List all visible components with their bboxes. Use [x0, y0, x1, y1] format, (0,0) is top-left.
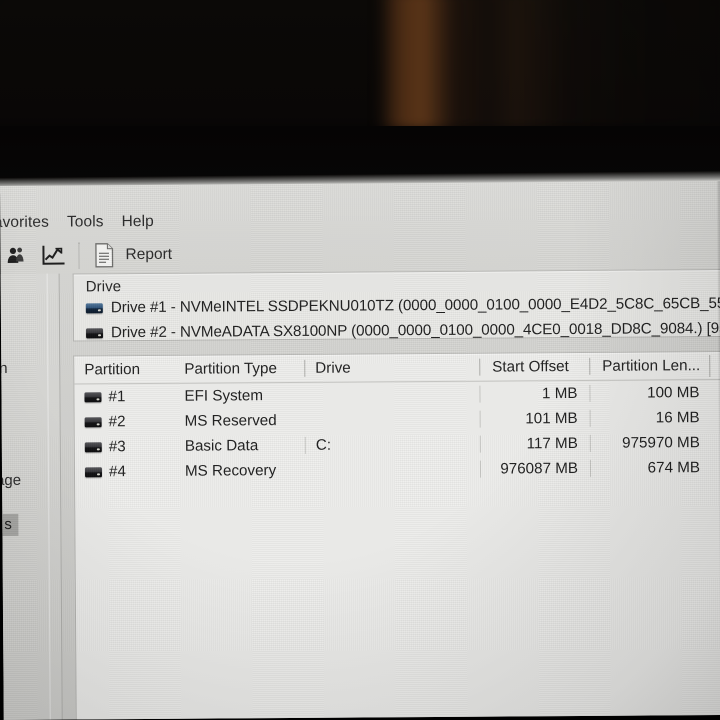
- chart-icon: [42, 245, 65, 265]
- drive-list-item[interactable]: Drive #2 - NVMeADATA SX8100NP (0000_0000…: [74, 316, 720, 346]
- hard-drive-icon: [84, 466, 103, 477]
- hard-drive-icon: [85, 327, 104, 338]
- partition-number: #2: [108, 413, 126, 431]
- column-header-drive[interactable]: Drive: [304, 358, 480, 377]
- column-header-partition-type[interactable]: Partition Type: [174, 360, 304, 378]
- cell-partition-length: 674 MB: [589, 459, 711, 477]
- menu-item-help[interactable]: Help: [113, 211, 163, 233]
- cell-partition-type: MS Recovery: [184, 462, 277, 480]
- cell-partition: #1: [74, 388, 174, 406]
- cell-partition: #4: [75, 463, 175, 481]
- user-button[interactable]: [0, 240, 34, 272]
- cell-partition: #3: [75, 438, 175, 456]
- hard-drive-icon: [84, 441, 102, 452]
- column-header-partition-length[interactable]: Partition Len...: [589, 357, 710, 375]
- cell-start-offset: 101 MB: [479, 409, 590, 428]
- content-pane: Drive Drive #1 - NVMeINTEL SSDPEKNU010TZ…: [63, 268, 720, 720]
- table-row[interactable]: #4 MS Recovery 976087 MB 674 MB: [75, 455, 720, 485]
- drive-item-label: Drive #2 - NVMeADATA SX8100NP (0000_0000…: [110, 319, 720, 342]
- toolbar-separator: [78, 242, 82, 269]
- document-icon: [95, 243, 114, 268]
- sidebar-item-fragment-3-selected[interactable]: s: [0, 513, 18, 537]
- toolbar: Report: [0, 233, 720, 274]
- cell-partition-length: 975970 MB: [589, 434, 710, 452]
- partition-number: #4: [108, 463, 126, 481]
- cell-partition-length: 100 MB: [589, 384, 710, 402]
- cell-start-offset: 117 MB: [479, 434, 590, 453]
- sidebar-item-fragment-2[interactable]: age: [0, 472, 21, 489]
- user-icon: [7, 247, 24, 263]
- report-button[interactable]: Report: [89, 239, 182, 272]
- app-window: Favorites Tools Help Report n age s Driv…: [0, 180, 720, 720]
- table-header-row: Partition Partition Type Drive Start Off…: [74, 351, 720, 385]
- partition-table-panel: Partition Partition Type Drive Start Off…: [73, 350, 720, 720]
- photographed-screen: Favorites Tools Help Report n age s Driv…: [0, 0, 720, 720]
- screen-glow: [378, 0, 720, 130]
- cell-partition-type: EFI System: [184, 387, 264, 405]
- hard-drive-icon: [84, 416, 102, 427]
- sidebar-item-fragment-1[interactable]: n: [0, 360, 8, 377]
- partition-table: Partition Partition Type Drive Start Off…: [74, 351, 720, 485]
- drive-list-panel: Drive Drive #1 - NVMeINTEL SSDPEKNU010TZ…: [72, 268, 720, 342]
- cell-partition: #2: [75, 413, 175, 431]
- cell-drive: [304, 419, 480, 421]
- cell-partition-type: MS Reserved: [184, 412, 277, 430]
- cell-partition-type: Basic Data: [184, 437, 259, 455]
- partition-number: #3: [108, 438, 126, 456]
- menu-item-tools[interactable]: Tools: [58, 211, 113, 233]
- cell-drive: [304, 394, 480, 396]
- cell-start-offset: 1 MB: [479, 384, 590, 403]
- cell-drive: C:: [304, 435, 480, 454]
- cell-drive: [304, 469, 480, 471]
- column-header-partition[interactable]: Partition: [74, 361, 174, 379]
- hard-drive-icon: [84, 391, 102, 402]
- column-header-start-offset[interactable]: Start Offset: [479, 357, 590, 376]
- dark-bezel-region: [0, 0, 720, 188]
- report-label: Report: [125, 245, 173, 264]
- menu-bar: Favorites Tools Help: [0, 205, 720, 236]
- hard-drive-icon: [85, 302, 103, 313]
- partition-number: #1: [108, 388, 126, 406]
- drive-item-label: Drive #1 - NVMeINTEL SSDPEKNU010TZ (0000…: [110, 294, 720, 317]
- cell-partition-length: 16 MB: [589, 409, 710, 427]
- column-divider[interactable]: [709, 354, 711, 377]
- chart-button[interactable]: [36, 240, 70, 272]
- sidebar: n age s: [0, 273, 63, 720]
- cell-start-offset: 976087 MB: [479, 459, 591, 478]
- menu-item-favorites[interactable]: Favorites: [0, 212, 58, 235]
- sidebar-divider: [46, 273, 51, 720]
